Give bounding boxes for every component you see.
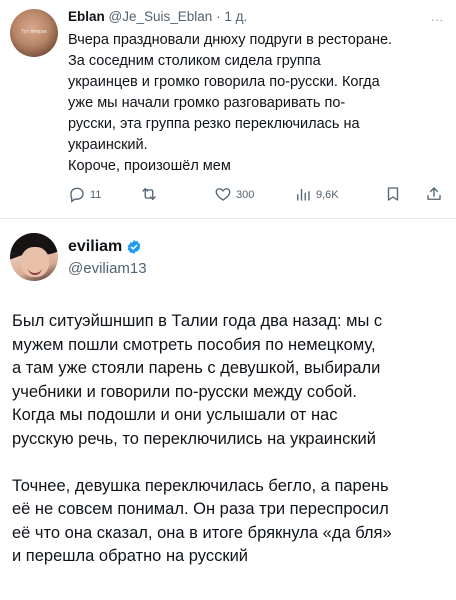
like-count: 300 xyxy=(236,189,255,201)
reply-button[interactable]: 11 xyxy=(68,185,101,206)
bookmark-button[interactable] xyxy=(384,185,402,206)
bookmark-icon xyxy=(384,185,402,206)
quoted-tweet[interactable]: Тут вітерок Eblan @Je_Suis_Eblan · 1 д. … xyxy=(0,0,456,222)
reply-icon xyxy=(68,185,86,206)
tweet-actions-bar: 11 300 9,6K xyxy=(62,184,452,206)
views-button[interactable]: 9,6K xyxy=(294,185,339,206)
verified-badge-icon xyxy=(126,239,142,255)
tweet-text-line: Когда мы подошли и они услышали от нас xyxy=(12,406,338,425)
views-count: 9,6K xyxy=(316,189,339,201)
avatar-caption: Тут вітерок xyxy=(21,29,47,35)
screenshot-page: Тут вітерок Eblan @Je_Suis_Eblan · 1 д. … xyxy=(0,0,456,600)
tweet-text-line: Короче, произошёл мем xyxy=(68,158,231,174)
share-button[interactable] xyxy=(425,185,443,206)
tweet-text-line: и перешла обратно на русский xyxy=(12,547,249,566)
tweet-text-line: украинцев и громко говорила по-русски. К… xyxy=(68,74,380,90)
tweet-header: Eblan @Je_Suis_Eblan · 1 д. xyxy=(68,8,436,26)
tweet-text-line: уже мы начали громко разговаривать по- xyxy=(68,95,346,111)
tweet-text-line: её не совсем понимал. Он раза три пересп… xyxy=(12,500,389,519)
tweet-text-line: её что она сказал, она в итоге брякнула … xyxy=(12,523,392,542)
author-handle[interactable]: @Je_Suis_Eblan xyxy=(109,9,213,24)
tweet-text-line: мужем пошли смотреть пособия по немецком… xyxy=(12,335,376,354)
tweet-text: Был ситуэйшншип в Талии года два назад: … xyxy=(12,310,448,569)
more-options-icon[interactable]: ... xyxy=(431,10,444,24)
tweet-text-line: Точнее, девушка переключилась бегло, а п… xyxy=(12,476,389,495)
share-icon xyxy=(425,185,443,206)
views-icon xyxy=(294,185,312,206)
tweet-time[interactable]: 1 д. xyxy=(224,9,247,24)
author-name-row: eviliam xyxy=(68,238,142,256)
tweet-text-line: русски, эта группа резко переключилась н… xyxy=(68,116,360,132)
avatar[interactable]: Тут вітерок xyxy=(10,9,58,57)
reply-count: 11 xyxy=(90,189,102,201)
tweet-text-line: учебники и говорили по-русски между собо… xyxy=(12,382,357,401)
retweet-button[interactable] xyxy=(140,185,162,206)
tweet-text-line: За соседним столиком сидела группа xyxy=(68,53,321,69)
author-name[interactable]: eviliam xyxy=(68,238,122,256)
tweet-text-line: украинский. xyxy=(68,137,148,153)
tweet-text: Вчера праздновали днюху подруги в рестор… xyxy=(68,30,448,177)
tweet-text-line: русскую речь, то переключились на украин… xyxy=(12,429,376,448)
retweet-icon xyxy=(140,185,158,206)
header-separator: · xyxy=(216,9,221,24)
tweet-text-line: Вчера праздновали днюху подруги в рестор… xyxy=(68,32,393,48)
tweet-text-line: Был ситуэйшншип в Талии года два назад: … xyxy=(12,312,383,330)
like-button[interactable]: 300 xyxy=(214,185,254,206)
author-handle[interactable]: @eviliam13 xyxy=(68,260,147,277)
heart-icon xyxy=(214,185,232,206)
avatar[interactable] xyxy=(10,233,58,281)
tweet-text-line: а там уже стояли парень с девушкой, выби… xyxy=(12,359,381,378)
author-name[interactable]: Eblan xyxy=(68,9,105,24)
divider xyxy=(0,218,456,219)
